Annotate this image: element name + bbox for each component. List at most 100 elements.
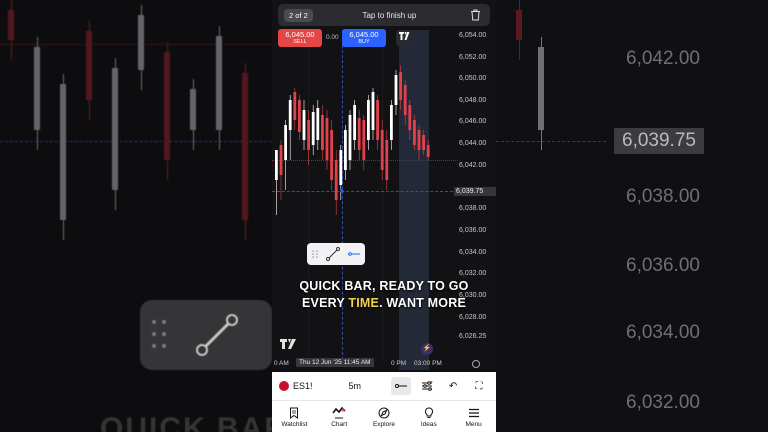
nav-label: Watchlist [281,420,308,428]
price-axis[interactable]: 6,054.00 6,052.00 6,050.00 6,048.00 6,046.00… [458,0,496,370]
price-tick: 6,046.00 [459,118,487,125]
fullscreen-icon[interactable]: ⛶ [469,377,489,395]
indicators-icon[interactable] [417,377,437,395]
bookmark-icon [289,406,299,420]
candle-body [408,105,412,130]
trendline-icon[interactable] [325,247,340,261]
candle-body [307,120,310,150]
candle-body [288,100,292,130]
drawing-tip-bar[interactable]: 2 of 2 Tap to finish up [278,4,490,26]
nav-label: Chart [331,420,348,428]
price-tick: 6,032.00 [459,270,487,277]
candle-body [334,160,338,200]
candle-body [422,135,425,150]
candle-body [390,105,393,140]
bg-candle-body [516,10,522,40]
bg-price-line [0,44,272,45]
price-tick: 6,028.00 [459,314,487,321]
bg-candle-body [34,47,40,130]
time-axis[interactable]: 0 AM Thu 12 Jun '25 11:45 AM 0 PM 03:00 … [272,358,496,370]
price-tick: 6,052.00 [459,54,487,61]
price-tick: 6,054.00 [459,32,487,39]
symbol-name[interactable]: ES1! [293,381,313,391]
symbol-bar: ES1! 5m ↶ ⛶ [272,372,496,400]
nav-label: Explore [372,420,396,428]
phone-screen: 6,054.00 6,052.00 6,050.00 6,048.00 6,046.00… [272,0,496,432]
blurred-chart-right: 6,042.00 6,039.75 6,038.00 6,036.00 6,03… [496,0,768,432]
bg-candle-body [164,52,170,160]
candle-body [321,115,324,150]
price-tick: 6,048.00 [459,97,487,104]
bg-price-crosshair: 6,039.75 [614,128,704,154]
candle-body [339,150,343,185]
undo-icon[interactable]: ↶ [443,377,463,395]
bg-price-4: 6,034.00 [626,322,700,343]
candle-body [394,75,398,105]
interval-selector[interactable]: 5m [349,381,362,391]
blurred-chart-left: QUICK BAR, READY TO GO [0,0,272,432]
candle-body [376,100,379,140]
settings-icon[interactable] [472,360,480,368]
candle-body [325,118,329,160]
candle-body [284,125,287,160]
caption-text: EVERY [302,296,349,310]
lightning-icon[interactable]: ⚡ [421,343,433,355]
candle-body [426,145,430,157]
bg-trendline-tool [140,300,272,370]
price-tick: 6,036.00 [459,227,487,234]
candle-body [344,130,347,170]
candle-body [316,108,320,140]
bg-crosshair-line-right [496,141,606,142]
buy-button[interactable]: 6,045.00 BUY [342,29,386,47]
crosshair-point [340,189,344,193]
bg-candle-body [60,84,66,220]
candle-body [367,100,370,140]
candle-body [275,150,278,180]
candle-body [385,140,389,180]
bg-candle-body [538,47,544,130]
nav-menu[interactable]: Menu [451,401,496,432]
nav-chart[interactable]: Chart [317,401,362,432]
caption-text: . WANT MORE [379,296,466,310]
sell-label: SELL [293,39,307,45]
candle-body [348,115,352,160]
candle-body [371,92,375,130]
price-tick: 6,044.00 [459,140,487,147]
bg-candle-body [242,73,248,220]
bottom-navigation: Watchlist Chart Explore Ideas Menu [272,400,496,432]
bg-candle-body [86,31,92,100]
lightbulb-icon [424,406,434,420]
line-style-icon[interactable] [347,251,361,257]
drag-handle-icon[interactable] [311,249,319,259]
candle-body [380,130,384,170]
time-label: 03:00 PM [414,360,442,367]
caption-line-2: EVERY TIME. WANT MORE [272,296,496,310]
price-tick: 6,034.00 [459,249,487,256]
sell-button[interactable]: 6,045.00 SELL [278,29,322,47]
nav-watchlist[interactable]: Watchlist [272,401,317,432]
tip-title[interactable]: Tap to finish up [313,11,466,20]
candle-body [399,72,402,100]
tradingview-logo-icon[interactable] [396,30,414,46]
floating-drawing-toolbar[interactable] [307,243,365,265]
compass-icon [378,406,390,420]
price-tick: 6,050.00 [459,75,487,82]
drawing-tool-icon[interactable] [391,377,412,395]
buy-label: BUY [358,39,370,45]
nav-explore[interactable]: Explore [362,401,407,432]
chart-icon [332,406,346,420]
time-label: 0 PM [391,360,407,367]
hamburger-icon [468,406,480,420]
trash-icon[interactable] [466,6,484,24]
candle-body [330,130,333,180]
candle-body [311,112,315,145]
candle-body [298,100,301,132]
symbol-logo-icon [279,381,289,391]
candle-body [279,145,283,175]
candle-body [417,130,421,150]
candle-body [293,92,297,120]
nav-ideas[interactable]: Ideas [406,401,451,432]
price-tick: 6,042.00 [459,162,487,169]
buy-price: 6,045.00 [349,30,379,39]
spread-value: 0.00 [326,34,339,41]
